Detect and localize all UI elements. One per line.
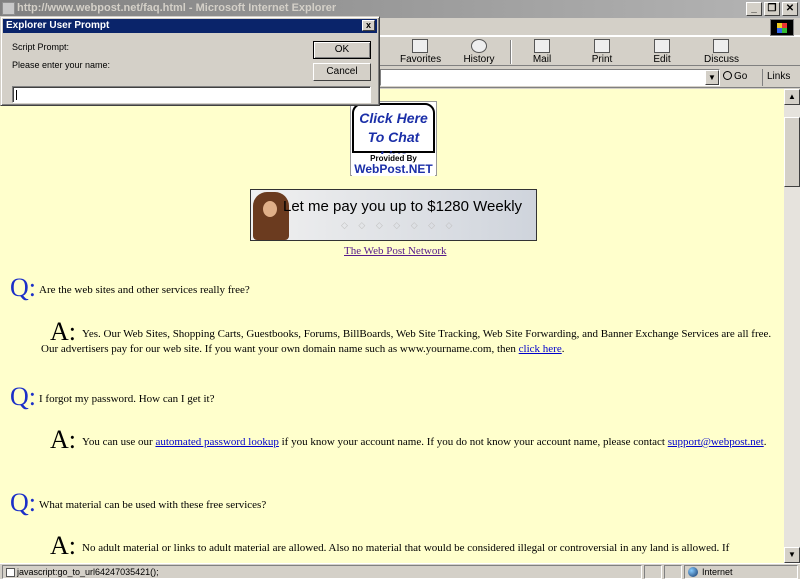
discuss-label: Discuss <box>704 54 740 65</box>
password-lookup-link[interactable]: automated password lookup <box>155 436 278 448</box>
discuss-icon <box>713 39 729 53</box>
prompt-label: Please enter your name: <box>12 60 111 70</box>
faq-answer-2: A: You can use our automated password loo… <box>41 427 776 453</box>
ok-button[interactable]: OK <box>313 41 371 59</box>
go-button[interactable]: Go <box>723 69 757 86</box>
page-viewport: Click Here To Chat Live Provided By WebP… <box>0 89 784 563</box>
web-post-network-link[interactable]: The Web Post Network <box>344 245 446 257</box>
q-mark: Q: <box>10 382 36 411</box>
zone-label: Internet <box>702 567 733 577</box>
dialog-title: Explorer User Prompt <box>6 20 110 31</box>
ad-banner[interactable]: ◇ ◇ ◇ ◇ ◇ ◇ ◇ Let me pay you up to $1280… <box>250 189 537 241</box>
a-mark: A: <box>50 317 76 346</box>
mail-button[interactable]: Mail <box>527 38 557 66</box>
question-text: Are the web sites and other services rea… <box>39 284 250 296</box>
q-mark: Q: <box>10 273 36 302</box>
scroll-thumb[interactable] <box>784 117 800 187</box>
question-text: What material can be used with these fre… <box>39 499 267 511</box>
faq-question-2: Q: I forgot my password. How can I get it… <box>10 382 214 412</box>
globe-icon <box>688 567 698 577</box>
toolbar-separator <box>510 40 512 64</box>
support-email-link[interactable]: support@webpost.net <box>668 436 764 448</box>
webpost-brand: WebPost.NET <box>354 162 433 176</box>
go-arrow-icon <box>723 71 732 80</box>
security-zone: Internet <box>684 565 798 579</box>
history-label: History <box>463 54 495 65</box>
faq-question-1: Q: Are the web sites and other services r… <box>10 273 250 303</box>
answer-text: No adult material or links to adult mate… <box>82 542 730 554</box>
status-text: javascript:go_to_url64247035421(); <box>17 567 159 577</box>
edit-icon <box>654 39 670 53</box>
question-text: I forgot my password. How can I get it? <box>39 393 215 405</box>
chat-line1: Click Here <box>359 110 428 126</box>
edit-button[interactable]: Edit <box>650 38 674 66</box>
ad-watermark: ◇ ◇ ◇ ◇ ◇ ◇ ◇ <box>341 220 457 230</box>
printer-icon <box>594 39 610 53</box>
answer-tail: . <box>763 436 767 448</box>
window-title: http://www.webpost.net/faq.html - Micros… <box>17 2 337 14</box>
domain-click-here-link[interactable]: click here <box>519 343 562 355</box>
favorites-button[interactable]: Favorites <box>400 38 442 66</box>
discuss-button[interactable]: Discuss <box>704 38 740 66</box>
status-text-panel: javascript:go_to_url64247035421(); <box>2 565 642 579</box>
answer-text: Yes. Our Web Sites, Shopping Carts, Gues… <box>41 328 772 355</box>
scroll-up-button[interactable]: ▲ <box>784 89 800 105</box>
chat-live-banner[interactable]: Click Here To Chat Live Provided By WebP… <box>350 101 437 176</box>
window-controls: _ ❐ ✕ <box>744 2 798 16</box>
a-mark: A: <box>50 425 76 454</box>
answer-text-mid: if you know your account name. If you do… <box>281 436 665 448</box>
ie-logo-icon <box>2 2 15 15</box>
go-label: Go <box>734 71 748 82</box>
minimize-button[interactable]: _ <box>746 2 762 16</box>
answer-tail: . <box>561 343 565 355</box>
restore-button[interactable]: ❐ <box>764 2 780 16</box>
status-cell <box>664 565 682 579</box>
faq-answer-3: A: No adult material or links to adult ma… <box>41 533 776 559</box>
faq-answer-1: A: Yes. Our Web Sites, Shopping Carts, Gu… <box>41 319 776 357</box>
address-dropdown-button[interactable]: ▼ <box>705 70 719 85</box>
status-bar: javascript:go_to_url64247035421(); Inter… <box>0 563 800 579</box>
answer-text-pre: You can use our <box>82 436 153 448</box>
close-window-button[interactable]: ✕ <box>782 2 798 16</box>
chat-banner-top: Click Here To Chat Live <box>352 103 435 164</box>
links-label: Links <box>767 71 791 82</box>
name-input[interactable] <box>12 86 371 103</box>
dialog-close-button[interactable]: x <box>362 20 375 31</box>
print-label: Print <box>591 54 613 65</box>
cancel-button[interactable]: Cancel <box>313 63 371 81</box>
status-cell <box>644 565 662 579</box>
q-mark: Q: <box>10 488 36 517</box>
script-prompt-label: Script Prompt: <box>12 42 70 52</box>
address-input[interactable] <box>380 69 720 86</box>
user-prompt-dialog: Explorer User Prompt x Script Prompt: Pl… <box>0 16 380 106</box>
a-mark: A: <box>50 531 76 560</box>
history-icon <box>471 39 487 53</box>
ad-text: Let me pay you up to $1280 Weekly <box>283 198 523 215</box>
text-caret <box>16 90 17 100</box>
mail-label: Mail <box>532 54 552 65</box>
mail-icon <box>534 39 550 53</box>
dialog-titlebar: Explorer User Prompt x <box>3 19 377 33</box>
windows-logo-icon <box>770 19 794 36</box>
page-status-icon <box>6 568 15 577</box>
edit-label: Edit <box>653 54 671 65</box>
faq-question-3: Q: What material can be used with these f… <box>10 488 266 518</box>
print-button[interactable]: Print <box>588 38 616 66</box>
scroll-down-button[interactable]: ▼ <box>784 547 800 563</box>
favorites-icon <box>412 39 428 53</box>
links-button[interactable]: Links » <box>762 69 798 98</box>
history-button[interactable]: History <box>461 38 497 66</box>
vertical-scrollbar[interactable]: ▲ ▼ <box>784 89 800 563</box>
chat-banner-bottom: Provided By WebPost.NET <box>352 154 435 176</box>
favorites-label: Favorites <box>400 54 442 65</box>
